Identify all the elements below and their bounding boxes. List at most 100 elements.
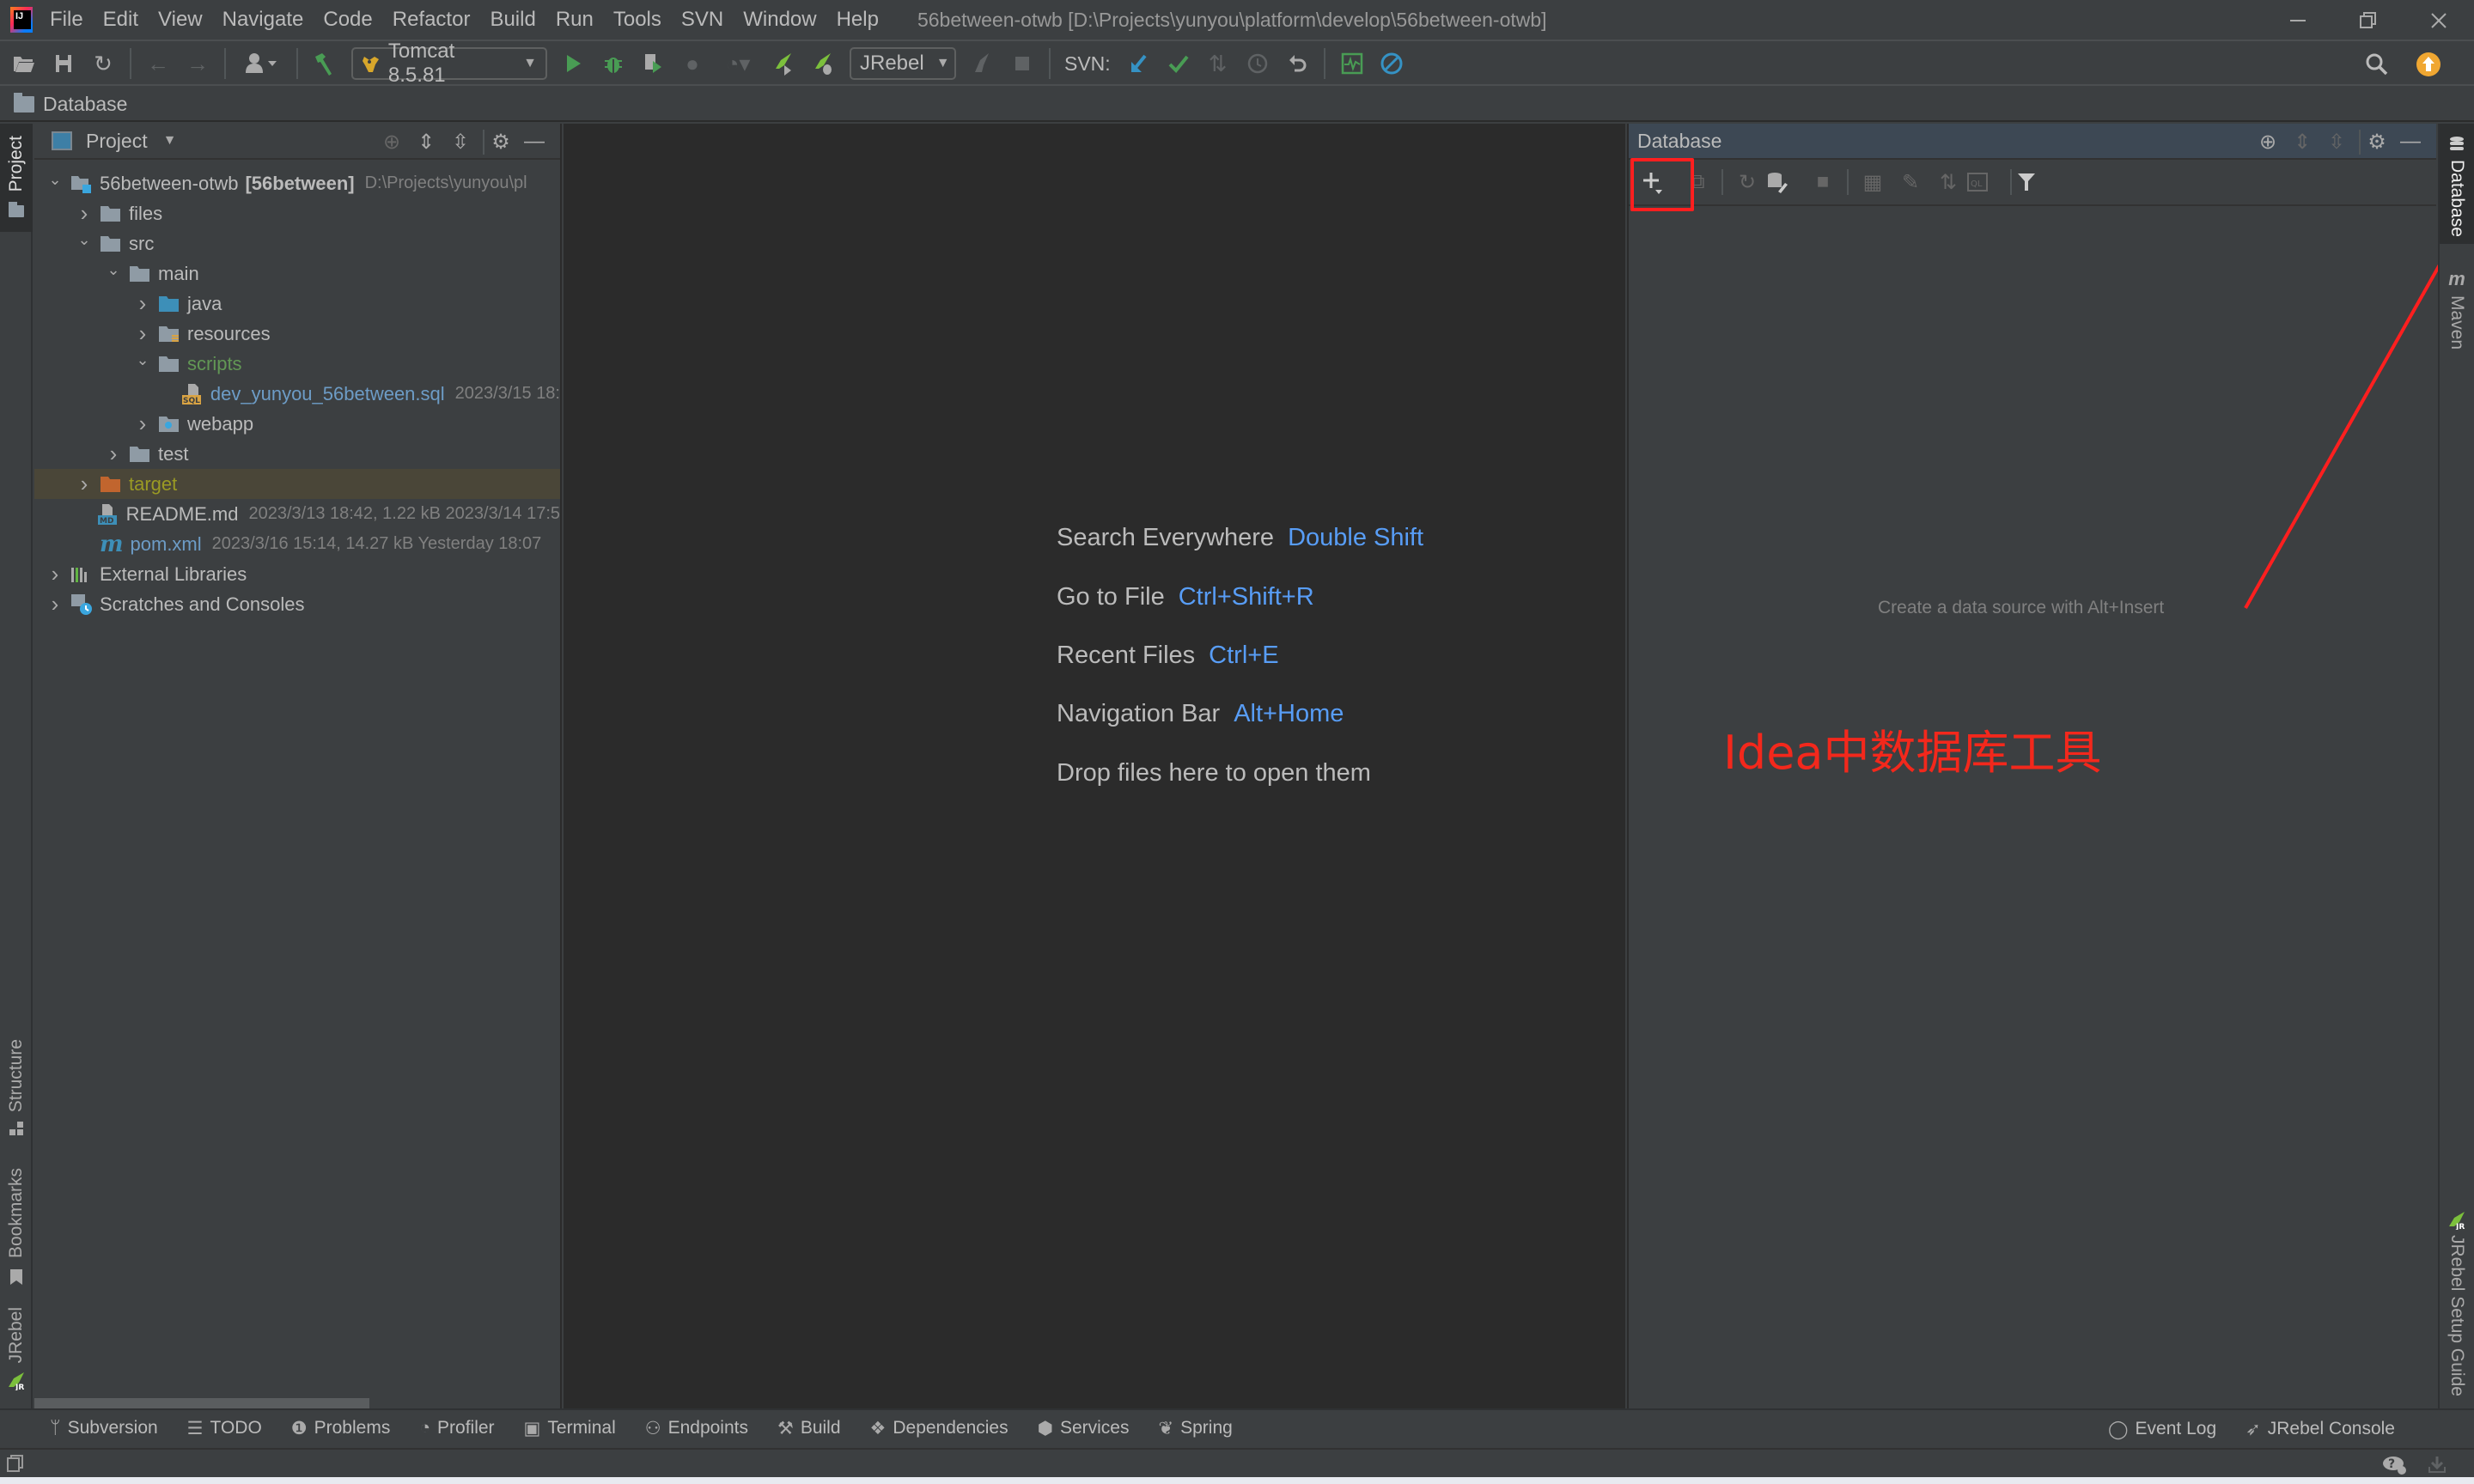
hint-shortcut[interactable]: Ctrl+Shift+R <box>1179 583 1314 611</box>
close-button[interactable] <box>2404 0 2474 41</box>
filter-icon[interactable] <box>2017 172 2055 192</box>
menu-file[interactable]: File <box>50 8 83 32</box>
tool-tab-services[interactable]: ⬢ Services <box>1038 1418 1130 1439</box>
hint-shortcut[interactable]: Alt+Home <box>1234 700 1344 727</box>
expand-all-icon[interactable]: ⇕ <box>409 130 443 155</box>
chevron-right-icon[interactable]: › <box>134 411 151 437</box>
download-icon[interactable] <box>2428 1455 2447 1474</box>
chevron-down-icon[interactable]: ⌄ <box>134 351 151 369</box>
stripe-tab-project[interactable]: Project <box>0 124 33 232</box>
menu-help[interactable]: Help <box>837 8 879 32</box>
tool-tab-todo[interactable]: ☰ TODO <box>187 1418 262 1439</box>
chevron-right-icon[interactable]: › <box>76 200 93 227</box>
svn-rollback-icon[interactable] <box>1282 48 1313 79</box>
tree-item[interactable]: ⌄ 56between-otwb [56between] D:\Projects\yu… <box>34 168 560 198</box>
collapse-all-icon[interactable]: ⇳ <box>443 130 478 155</box>
chevron-right-icon[interactable]: › <box>46 591 64 617</box>
tool-tab-subversion[interactable]: ᛘ Subversion <box>50 1418 158 1438</box>
save-all-icon[interactable] <box>48 48 79 79</box>
build-hammer-icon[interactable] <box>309 48 340 79</box>
tree-item[interactable]: › java <box>34 289 560 319</box>
tree-item[interactable]: › Scratches and Consoles <box>34 589 560 619</box>
menu-run[interactable]: Run <box>556 8 594 32</box>
tool-tab-jrebel-console[interactable]: ➶ JRebel Console <box>2245 1419 2395 1440</box>
run-config-combo[interactable]: Tomcat 8.5.81 ▼ <box>351 40 547 87</box>
chevron-right-icon[interactable]: › <box>46 561 64 587</box>
jrebel-run-icon[interactable] <box>768 48 799 79</box>
open-folder-icon[interactable] <box>9 48 40 79</box>
svn-update-icon[interactable] <box>1124 48 1155 79</box>
cloud-help-icon[interactable]: ? <box>2381 1453 2407 1475</box>
restore-button[interactable] <box>2333 0 2404 41</box>
stripe-tab-structure[interactable]: Structure <box>0 1039 33 1136</box>
settings-gear-icon[interactable]: ⚙ <box>2359 129 2393 155</box>
table-view-icon[interactable]: ▦ <box>1854 170 1892 195</box>
menu-build[interactable]: Build <box>490 8 535 32</box>
tree-item[interactable]: MD README.md 2023/3/13 18:42, 1.22 kB 2023… <box>34 499 560 529</box>
jump-to-console-icon[interactable]: QL <box>1967 173 2005 192</box>
update-available-icon[interactable] <box>2413 49 2444 80</box>
tool-tab-dependencies[interactable]: ❖ Dependencies <box>870 1418 1008 1439</box>
tool-tab-event-log[interactable]: ◯ Event Log <box>2108 1419 2216 1440</box>
chevron-down-icon[interactable]: ▼ <box>163 133 177 149</box>
menu-code[interactable]: Code <box>323 8 372 32</box>
jrebel-config-combo[interactable]: JRebel ▼ <box>850 47 956 80</box>
chevron-right-icon[interactable]: › <box>134 320 151 347</box>
tree-item[interactable]: › External Libraries <box>34 559 560 589</box>
svn-history-icon[interactable] <box>1242 48 1273 79</box>
forward-icon[interactable]: → <box>182 48 213 79</box>
breadcrumb-item[interactable]: Database <box>43 93 127 116</box>
svn-compare-icon[interactable]: ⇅ <box>1203 48 1234 79</box>
menu-window[interactable]: Window <box>743 8 816 32</box>
menu-refactor[interactable]: Refactor <box>393 8 471 32</box>
jrebel-debug-icon[interactable] <box>807 48 838 79</box>
chevron-down-icon[interactable]: ⌄ <box>76 231 93 249</box>
hide-panel-icon[interactable]: — <box>2393 130 2428 154</box>
collapse-all-icon[interactable]: ⇳ <box>2319 130 2354 155</box>
tree-item[interactable]: › test <box>34 439 560 469</box>
locate-icon[interactable]: ⊕ <box>2251 130 2285 155</box>
stripe-tab-jrebel[interactable]: JRebel JR <box>0 1307 33 1390</box>
chevron-right-icon[interactable]: › <box>134 290 151 317</box>
tree-item[interactable]: ⌄ main <box>34 258 560 289</box>
jrebel-rocket-icon[interactable] <box>967 48 998 79</box>
stop-icon[interactable] <box>1007 48 1038 79</box>
chevron-right-icon[interactable]: › <box>76 471 93 497</box>
attach-profiler-icon[interactable]: ◔▾ <box>716 48 759 79</box>
hint-shortcut[interactable]: Double Shift <box>1288 524 1423 551</box>
run-icon[interactable] <box>558 48 589 79</box>
power-save-icon[interactable] <box>1376 48 1407 79</box>
settings-gear-icon[interactable]: ⚙ <box>483 129 517 155</box>
expand-all-icon[interactable]: ⇕ <box>2285 130 2319 155</box>
performance-monitor-icon[interactable] <box>1337 48 1368 79</box>
minimize-button[interactable] <box>2263 0 2333 41</box>
toggle-tool-windows-icon[interactable] <box>7 1455 24 1472</box>
compare-icon[interactable]: ⇅ <box>1929 170 1967 195</box>
menu-svn[interactable]: SVN <box>681 8 723 32</box>
menu-navigate[interactable]: Navigate <box>222 8 304 32</box>
svn-commit-icon[interactable] <box>1163 48 1194 79</box>
hint-shortcut[interactable]: Ctrl+E <box>1209 642 1278 669</box>
tool-tab-endpoints[interactable]: ⚇ Endpoints <box>645 1418 748 1439</box>
tool-tab-profiler[interactable]: ◔ Profiler <box>419 1418 494 1438</box>
project-view-selector[interactable]: Project <box>86 130 148 153</box>
tree-item[interactable]: › webapp <box>34 409 560 439</box>
edit-icon[interactable]: ✎ <box>1892 170 1929 195</box>
menu-edit[interactable]: Edit <box>103 8 138 32</box>
db-properties-icon[interactable] <box>1766 171 1804 193</box>
tree-item[interactable]: ⌄ src <box>34 228 560 258</box>
stop-icon[interactable]: ■ <box>1804 170 1842 194</box>
synchronize-icon[interactable]: ↻ <box>88 48 119 79</box>
stripe-tab-jrebel-setup-guide[interactable]: JR JRebel Setup Guide <box>2440 1211 2474 1396</box>
search-everywhere-icon[interactable] <box>2361 49 2392 80</box>
chevron-right-icon[interactable]: › <box>105 441 122 467</box>
chevron-down-icon[interactable]: ⌄ <box>46 171 64 189</box>
profile-icon[interactable]: ● <box>677 48 708 79</box>
chevron-down-icon[interactable]: ⌄ <box>105 261 122 279</box>
tree-item[interactable]: › target <box>34 469 560 499</box>
menu-tools[interactable]: Tools <box>613 8 661 32</box>
hide-panel-icon[interactable]: — <box>517 130 551 154</box>
tree-item[interactable]: › files <box>34 198 560 228</box>
tool-tab-spring[interactable]: ❦ Spring <box>1158 1418 1232 1439</box>
vcs-user-icon[interactable] <box>237 48 285 79</box>
